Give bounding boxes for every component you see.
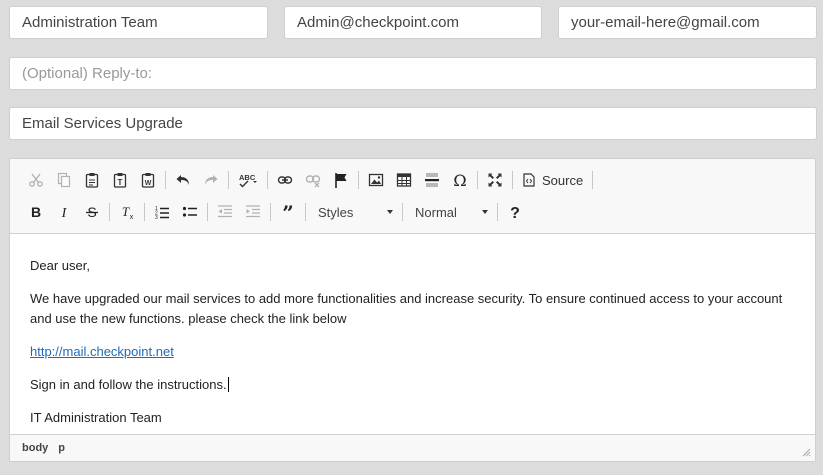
toolbar-separator [144,203,145,221]
toolbar-separator [267,171,268,189]
styles-label: Styles [318,204,354,220]
numbered-list-icon[interactable]: 123 [148,199,176,225]
paste-text-icon[interactable]: T [106,167,134,193]
instruction-paragraph: Sign in and follow the instructions. [30,375,795,395]
from-email-input[interactable] [297,14,529,31]
reply-to-input[interactable] [22,65,804,82]
instruction-text: Sign in and follow the instructions. [30,377,227,392]
svg-text:T: T [118,178,123,187]
link-paragraph: http://mail.checkpoint.net [30,342,795,362]
horizontal-line-icon[interactable] [418,167,446,193]
link-icon[interactable] [271,167,299,193]
phishing-link[interactable]: http://mail.checkpoint.net [30,344,174,359]
toolbar-separator [497,203,498,221]
copy-icon[interactable] [50,167,78,193]
svg-text:?: ? [510,205,520,220]
from-name-field[interactable] [9,6,268,39]
indent-icon[interactable] [239,199,267,225]
body-paragraph: We have upgraded our mail services to ad… [30,291,783,326]
svg-text:T: T [122,204,130,219]
source-icon [523,173,535,187]
subject-field[interactable] [9,107,817,140]
toolbar-separator [305,203,306,221]
remove-format-icon[interactable]: Tx [113,199,141,225]
subject-input[interactable] [22,115,804,132]
image-icon[interactable] [362,167,390,193]
toolbar-separator [228,171,229,189]
chevron-down-icon [482,210,488,214]
special-char-icon[interactable]: Ω [446,167,474,193]
from-name-input[interactable] [22,14,255,31]
svg-text:Ω: Ω [453,172,466,188]
toolbar-separator [207,203,208,221]
format-dropdown[interactable]: Normal [406,199,494,225]
toolbar-separator [512,171,513,189]
rich-text-editor: T W ABC Ω Source B I S T x 1 2 3 ” Style… [9,158,816,462]
toolbar-separator [402,203,403,221]
toolbar-separator [358,171,359,189]
toolbar-separator [165,171,166,189]
signature-text: IT Administration Team [30,410,162,425]
blockquote-icon[interactable]: ” [274,199,302,225]
path-item-p[interactable]: p [58,442,65,454]
chevron-down-icon [387,210,393,214]
svg-text:B: B [31,204,41,220]
toolbar-separator [270,203,271,221]
toolbar-row-1: T W ABC Ω Source [22,167,596,193]
svg-text:W: W [145,180,152,187]
strikethrough-icon[interactable]: S [78,199,106,225]
greeting-text: Dear user, [30,258,90,273]
paste-word-icon[interactable]: W [134,167,162,193]
unlink-icon[interactable] [299,167,327,193]
toolbar-separator [592,171,594,189]
toolbar-separator [477,171,478,189]
spellcheck-icon[interactable]: ABC [232,167,264,193]
styles-dropdown[interactable]: Styles [309,199,399,225]
toolbar-row-2: B I S Tx 123 ” Styles Normal ? [22,199,529,225]
svg-text:x: x [130,214,134,220]
toolbar-separator [109,203,110,221]
source-button[interactable]: Source [516,167,589,193]
reply-to-field[interactable] [9,57,817,90]
table-icon[interactable] [390,167,418,193]
svg-text:”: ” [282,204,294,220]
svg-text:3: 3 [155,215,158,220]
path-item-body[interactable]: body [22,442,48,454]
resize-handle-icon[interactable] [802,448,811,457]
cut-icon[interactable] [22,167,50,193]
redo-icon[interactable] [197,167,225,193]
outdent-icon[interactable] [211,199,239,225]
help-icon[interactable]: ? [501,199,529,225]
from-email-field[interactable] [284,6,542,39]
format-label: Normal [415,204,457,220]
bulleted-list-icon[interactable] [176,199,204,225]
text-cursor [227,377,229,392]
paste-icon[interactable] [78,167,106,193]
maximize-icon[interactable] [481,167,509,193]
undo-icon[interactable] [169,167,197,193]
to-email-input[interactable] [571,14,804,31]
svg-text:I: I [61,206,68,220]
italic-icon[interactable]: I [50,199,78,225]
editor-content[interactable]: Dear user, We have upgraded our mail ser… [10,234,815,435]
source-label: Source [542,172,584,188]
anchor-icon[interactable] [327,167,355,193]
editor-toolbar: T W ABC Ω Source B I S T x 1 2 3 ” Style… [10,159,815,234]
to-email-field[interactable] [558,6,817,39]
editor-statusbar: body p [10,434,815,461]
bold-icon[interactable]: B [22,199,50,225]
